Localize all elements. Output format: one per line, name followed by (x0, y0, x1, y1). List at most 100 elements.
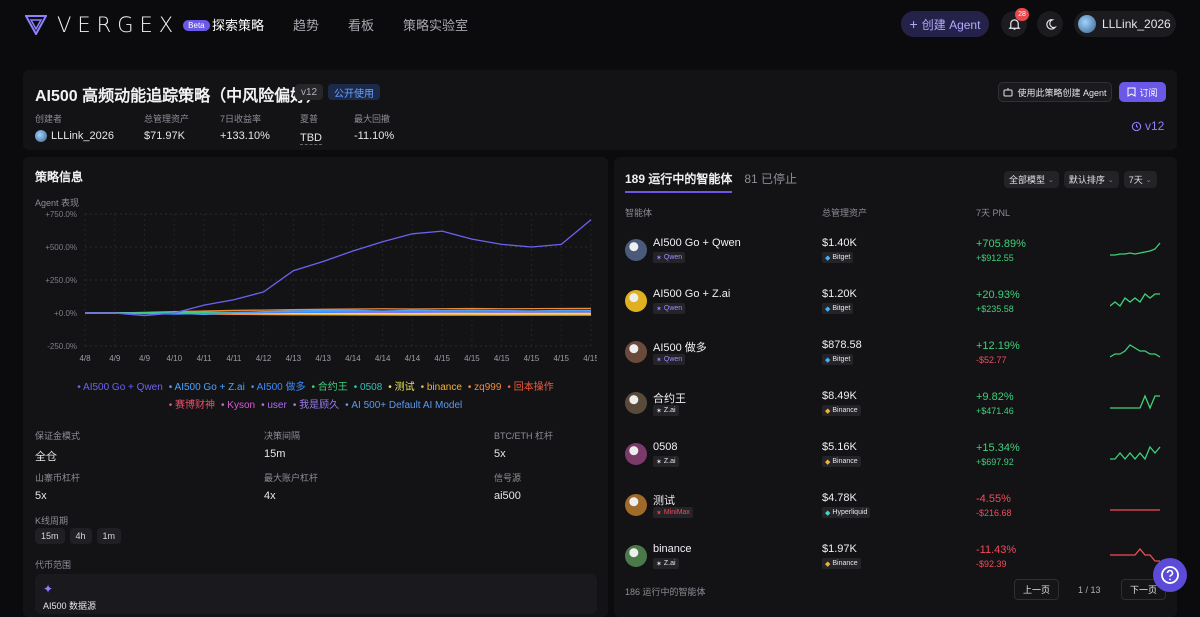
avatar (1078, 15, 1096, 33)
sort-select[interactable]: 默认排序⌄ (1064, 171, 1119, 188)
pnl-sparkline (1110, 390, 1162, 412)
creator-name[interactable]: LLLink_2026 (51, 130, 114, 142)
agent-row[interactable]: AI500 Go + Z.ai✶Qwen$1.20K◆Bitget+20.93%… (614, 282, 1177, 333)
model-name: Z.ai (664, 407, 676, 414)
period-select[interactable]: 7天⌄ (1124, 171, 1157, 188)
exchange-name: Bitget (832, 305, 850, 312)
username: LLLink_2026 (1102, 17, 1171, 31)
legend-item[interactable]: • 0508 (354, 382, 383, 393)
agent-aum: $8.49K (822, 390, 857, 402)
prev-page-button[interactable]: 上一页 (1014, 579, 1059, 600)
legend-item[interactable]: • 回本操作 (507, 382, 553, 393)
agent-row[interactable]: binance✶Z.ai$1.97K◆Binance-11.43%-$92.39 (614, 537, 1177, 588)
tab-stopped[interactable]: 81 已停止 (744, 170, 797, 193)
agent-aum: $878.58 (822, 339, 862, 351)
exchange-icon: ◆ (825, 560, 830, 568)
legend-item[interactable]: • 测试 (388, 382, 414, 393)
nav-strategy-lab[interactable]: 策略实验室 (403, 15, 468, 34)
help-icon (1160, 565, 1180, 585)
filter-label: 全部模型 (1009, 173, 1045, 186)
model-filter-select[interactable]: 全部模型⌄ (1004, 171, 1059, 188)
tab-running[interactable]: 189 运行中的智能体 (625, 170, 732, 193)
version-history-link[interactable]: v12 (1131, 119, 1164, 133)
y-tick-label: -250.0% (47, 342, 77, 351)
pnl-percent: +705.89% (976, 238, 1026, 250)
exchange-name: Binance (832, 560, 857, 567)
exchange-icon: ◆ (825, 407, 830, 415)
brand-logo[interactable]: VERGEX Beta (25, 13, 210, 37)
agent-name[interactable]: AI500 Go + Z.ai (653, 288, 730, 300)
exchange-badge: ◆Binance (822, 405, 861, 416)
legend-item[interactable]: • Kyson (221, 400, 255, 411)
version-link-label: v12 (1145, 119, 1164, 133)
agent-row[interactable]: AI500 做多✶Qwen$878.58◆Bitget+12.19%-$52.7… (614, 333, 1177, 384)
create-agent-button[interactable]: + 创建 Agent (901, 11, 989, 37)
stat-sharpe: 夏普 TBD (300, 112, 354, 145)
param-value: 全仓 (35, 448, 235, 464)
legend-item[interactable]: • binance (421, 382, 462, 393)
agent-row[interactable]: 测试✶MiniMax$4.78K◆Hyperliquid-4.55%-$216.… (614, 486, 1177, 537)
nav-explore-strategies[interactable]: 探索策略 (212, 15, 264, 34)
legend-item[interactable]: • 赛博财神 (169, 400, 215, 411)
stat-value: +133.10% (220, 130, 300, 142)
x-tick-label: 4/15 (464, 354, 480, 363)
model-icon: ✶ (656, 560, 662, 568)
exchange-icon: ◆ (825, 254, 830, 262)
param-value: 5x (35, 490, 235, 502)
param-decision-interval: 决策间隔15m (264, 429, 464, 460)
x-tick-label: 4/14 (405, 354, 421, 363)
agent-name[interactable]: binance (653, 543, 692, 555)
filter-label: 默认排序 (1069, 173, 1105, 186)
pnl-sparkline (1110, 441, 1162, 463)
stat-label: 夏普 (300, 112, 354, 125)
x-tick-label: 4/10 (167, 354, 183, 363)
bookmark-icon (1127, 87, 1136, 97)
agent-row[interactable]: 合约王✶Z.ai$8.49K◆Binance+9.82%+$471.46 (614, 384, 1177, 435)
agent-name[interactable]: AI500 Go + Qwen (653, 237, 741, 249)
chart-legend: • AI500 Go + Qwen • AI500 Go + Z.ai • AI50… (23, 379, 608, 415)
sparkle-icon: ✦ (43, 582, 53, 596)
legend-item[interactable]: • 合约王 (311, 382, 347, 393)
agent-name[interactable]: 0508 (653, 441, 677, 453)
legend-item[interactable]: • user (261, 400, 287, 411)
user-menu[interactable]: LLLink_2026 (1074, 11, 1176, 37)
stat-label: 创建者 (35, 112, 144, 125)
agent-row[interactable]: 0508✶Z.ai$5.16K◆Binance+15.34%+$697.92 (614, 435, 1177, 486)
legend-item[interactable]: • zq999 (468, 382, 502, 393)
agent-performance-chart[interactable]: +750.0%+500.0%+250.0%+0.0%-250.0%4/84/94… (35, 207, 597, 369)
pnl-sparkline (1110, 543, 1162, 565)
running-count: 186 运行中的智能体 (625, 585, 706, 598)
agent-name[interactable]: 合约王 (653, 390, 686, 406)
legend-item[interactable]: • AI500 Go + Qwen (77, 382, 163, 393)
agent-name[interactable]: 测试 (653, 492, 675, 508)
strategy-stats: 创建者 LLLink_2026 总管理资产 $71.97K 7日收益率 +133… (35, 112, 434, 145)
pnl-usd: +$697.92 (976, 457, 1014, 467)
nav-trends[interactable]: 趋势 (293, 15, 319, 34)
legend-item[interactable]: • AI500 做多 (251, 382, 306, 393)
param-label: 山寨币杠杆 (35, 471, 235, 484)
source-name: AI500 数据源 (43, 599, 96, 612)
x-tick-label: 4/15 (553, 354, 569, 363)
legend-item[interactable]: • AI 500+ Default AI Model (345, 400, 462, 411)
exchange-badge: ◆Hyperliquid (822, 507, 870, 518)
stat-7d-return: 7日收益率 +133.10% (220, 112, 300, 145)
stat-creator: 创建者 LLLink_2026 (35, 112, 144, 145)
subscribe-button[interactable]: 订阅 (1119, 82, 1166, 102)
pnl-percent: +9.82% (976, 391, 1014, 403)
nav-dashboard[interactable]: 看板 (348, 15, 374, 34)
exchange-icon: ◆ (825, 509, 830, 517)
robot-icon (1003, 87, 1013, 97)
top-bar: VERGEX Beta 探索策略 趋势 看板 策略实验室 + 创建 Agent … (0, 0, 1200, 48)
create-agent-from-strategy-button[interactable]: 使用此策略创建 Agent (998, 82, 1112, 102)
agent-avatar (625, 392, 647, 414)
sparkline-path (1110, 549, 1160, 561)
pnl-usd: +$471.46 (976, 406, 1014, 416)
legend-item[interactable]: • AI500 Go + Z.ai (169, 382, 245, 393)
help-button[interactable] (1153, 558, 1187, 592)
x-tick-label: 4/8 (79, 354, 91, 363)
legend-item[interactable]: • 我是顾久 (293, 400, 339, 411)
model-name: Z.ai (664, 560, 676, 567)
theme-toggle-button[interactable] (1037, 11, 1063, 37)
agent-name[interactable]: AI500 做多 (653, 339, 707, 355)
agent-row[interactable]: AI500 Go + Qwen✶Qwen$1.40K◆Bitget+705.89… (614, 231, 1177, 282)
